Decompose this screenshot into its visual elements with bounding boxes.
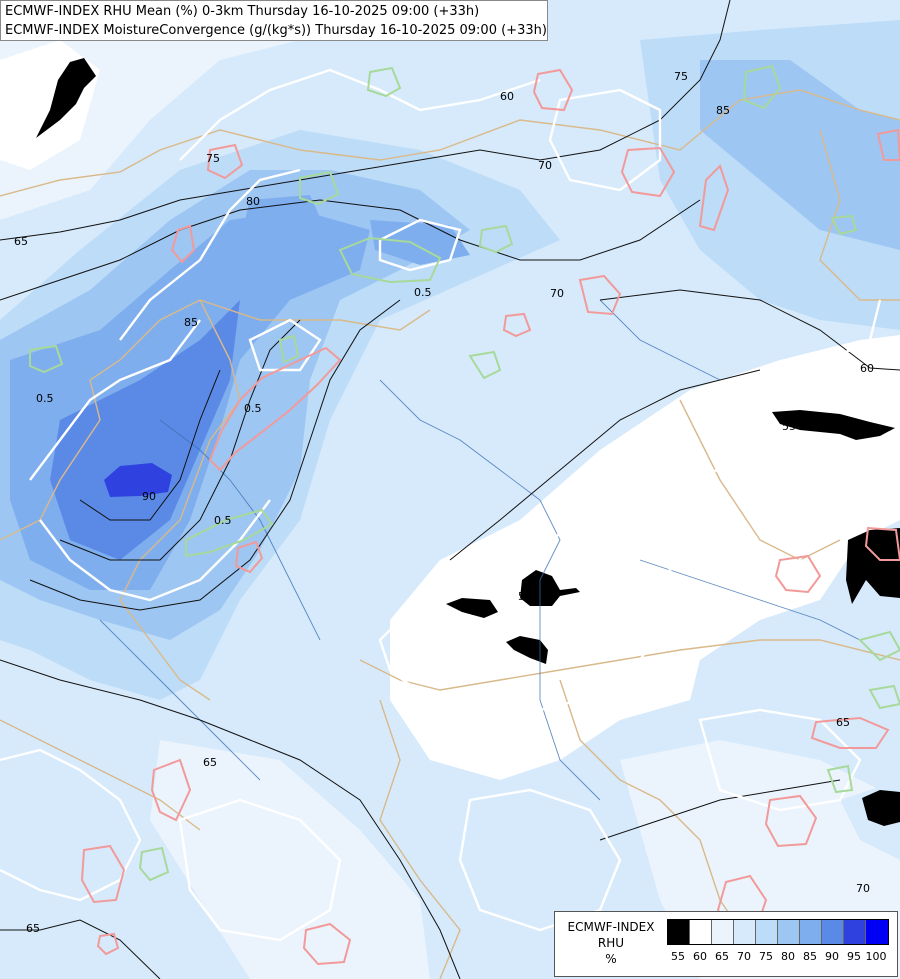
legend-tick-label: 90 — [825, 950, 839, 963]
legend-swatch — [800, 920, 822, 944]
legend-swatch — [756, 920, 778, 944]
contour-label: 0.5 — [214, 514, 232, 527]
legend-swatch — [778, 920, 800, 944]
legend-swatch — [734, 920, 756, 944]
title-line-rhu: ECMWF-INDEX RHU Mean (%) 0-3km Thursday … — [5, 4, 480, 19]
contour-label: 55 — [782, 420, 796, 433]
legend-label: ECMWF-INDEX RHU % — [559, 919, 663, 967]
contour-label: 50 — [518, 590, 532, 603]
contour-label: 0.5 — [36, 392, 54, 405]
contour-label: 60 — [860, 362, 874, 375]
legend-tick-label: 70 — [737, 950, 751, 963]
contour-label: 0.5 — [414, 286, 432, 299]
legend-swatch — [822, 920, 844, 944]
legend-tick-label: 75 — [759, 950, 773, 963]
legend-tick-label: 55 — [671, 950, 685, 963]
legend-tick-label: 80 — [781, 950, 795, 963]
contour-label: 75 — [206, 152, 220, 165]
legend-tick-label: 60 — [693, 950, 707, 963]
legend-tick-label: 65 — [715, 950, 729, 963]
legend-variable: RHU — [597, 936, 625, 950]
legend-swatch — [712, 920, 734, 944]
contour-label: 85 — [184, 316, 198, 329]
legend-ticks: 55 60 65 70 75 80 85 90 95 100 — [667, 950, 887, 963]
legend-swatches — [667, 919, 889, 945]
contour-label: 80 — [246, 195, 260, 208]
legend-swatch — [668, 920, 690, 944]
contour-label: 0.5 — [244, 402, 262, 415]
title-line-moisture: ECMWF-INDEX MoistureConvergence (g/(kg*s… — [5, 23, 547, 38]
weather-map: 65 80 85 90 75 65 65 60 70 70 70 75 85 6… — [0, 0, 900, 979]
contour-label: 65 — [26, 922, 40, 935]
legend-title: ECMWF-INDEX — [567, 920, 655, 934]
contour-label: 70 — [856, 882, 870, 895]
contour-label: 65 — [836, 716, 850, 729]
legend-tick-label: 85 — [803, 950, 817, 963]
legend-tick-label: 95 — [847, 950, 861, 963]
legend-swatch — [844, 920, 866, 944]
legend-tick-label: 100 — [865, 950, 887, 963]
contour-label: 65 — [203, 756, 217, 769]
contour-label: 70 — [538, 159, 552, 172]
contour-label: 65 — [14, 235, 28, 248]
map-title: ECMWF-INDEX RHU Mean (%) 0-3km Thursday … — [0, 0, 548, 41]
contour-label: 90 — [142, 490, 156, 503]
color-legend: ECMWF-INDEX RHU % 55 60 65 70 75 80 85 90 95 100 — [554, 911, 898, 977]
legend-swatch — [866, 920, 888, 944]
contour-label: 60 — [500, 90, 514, 103]
legend-swatch — [690, 920, 712, 944]
contour-label: 70 — [550, 287, 564, 300]
contour-label: 85 — [716, 104, 730, 117]
legend-unit: % — [605, 952, 617, 966]
contour-label: 75 — [674, 70, 688, 83]
